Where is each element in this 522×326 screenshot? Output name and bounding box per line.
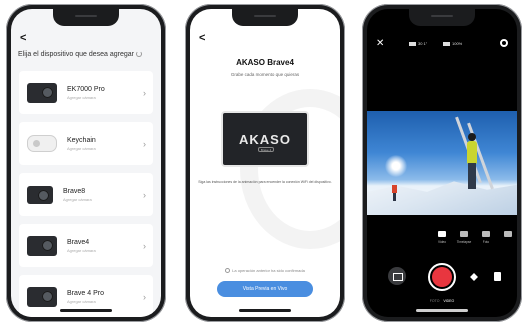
- phone-notch: [53, 9, 119, 26]
- back-button[interactable]: <: [199, 32, 205, 44]
- video-icon: [438, 231, 446, 237]
- phone-live-view: ✕ 30 1" 100% Video Timelapse Foto FOTO V…: [362, 4, 522, 322]
- mode-more[interactable]: [499, 231, 517, 240]
- live-view-screen: ✕ 30 1" 100% Video Timelapse Foto FOTO V…: [367, 9, 517, 317]
- mountains: [367, 181, 517, 215]
- device-subtitle: Agregar cámara: [63, 196, 92, 202]
- gallery-icon[interactable]: [388, 267, 406, 285]
- back-button[interactable]: <: [20, 32, 26, 44]
- chevron-right-icon: ›: [143, 291, 146, 302]
- more-mode-icon: [504, 231, 512, 237]
- instructions-text: Siga las instrucciones de la animación p…: [198, 180, 332, 184]
- home-indicator: [239, 309, 291, 312]
- chevron-right-icon: ›: [143, 240, 146, 251]
- record-button[interactable]: [428, 263, 456, 291]
- photo-mode-label[interactable]: FOTO: [430, 299, 440, 303]
- confirm-checkbox-label: La operación anterior ha sido confirmada: [232, 268, 305, 273]
- device-card-brave4[interactable]: Brave4 Agregar cámara ›: [19, 224, 153, 267]
- camera-status-bar: ✕ 30 1" 100%: [367, 39, 517, 51]
- lock-icon[interactable]: [494, 272, 501, 281]
- device-subtitle: Agregar cámara: [67, 94, 96, 100]
- camera-keychain-icon: [27, 135, 57, 152]
- chevron-right-icon: ›: [143, 87, 146, 98]
- device-name: Brave 4 Pro: [67, 289, 104, 297]
- camera-screen-illustration: AKASO Brave 4: [223, 113, 307, 165]
- device-name: Brave8: [63, 187, 86, 195]
- live-preview-button[interactable]: Vista Previa en Vivo: [217, 281, 313, 297]
- mode-timelapse[interactable]: Timelapse: [455, 231, 473, 244]
- phone-notch: [409, 9, 475, 26]
- device-subtitle: Agregar cámara: [67, 298, 96, 304]
- mode-label: Foto: [482, 240, 490, 244]
- phone-notch: [232, 9, 298, 26]
- camera-ek7000-icon: [27, 82, 57, 103]
- camera-brave4-pro-icon: [27, 286, 57, 307]
- confirm-checkbox[interactable]: La operación anterior ha sido confirmada: [190, 268, 340, 273]
- phone-connection-guide: < AKASO Brave4 Grabe cada momento que qu…: [185, 4, 345, 322]
- loading-spinner-icon: [135, 51, 142, 57]
- device-name: EK7000 Pro: [67, 85, 105, 93]
- video-mode-label[interactable]: VIDEO: [443, 299, 454, 303]
- device-list-screen: < Elija el dispositivo que desea agregar…: [11, 9, 161, 317]
- capture-mode-labels: FOTO VIDEO: [367, 299, 517, 303]
- device-list: EK7000 Pro Agregar cámara › Keychain Agreg…: [19, 71, 153, 317]
- page-title: AKASO Brave4: [236, 58, 294, 67]
- camera-icon: [482, 231, 490, 237]
- mode-selector: Video Timelapse Foto: [367, 231, 517, 253]
- mode-video[interactable]: Video: [433, 231, 451, 244]
- device-card-ek7000-pro[interactable]: EK7000 Pro Agregar cámara ›: [19, 71, 153, 114]
- camera-brave4-icon: [27, 235, 57, 256]
- akaso-logo: AKASO: [239, 132, 291, 147]
- home-indicator: [60, 309, 112, 312]
- capture-controls: [367, 263, 517, 291]
- device-card-brave8[interactable]: Brave8 Agregar cámara ›: [19, 173, 153, 216]
- mode-label: Video: [437, 240, 447, 244]
- checkbox-circle-icon[interactable]: [225, 268, 231, 273]
- battery-icon: [443, 42, 450, 46]
- camera-brave8-icon: [27, 185, 53, 204]
- home-indicator: [416, 309, 468, 312]
- chevron-right-icon: ›: [143, 138, 146, 149]
- device-subtitle: Agregar cámara: [67, 145, 96, 151]
- storage-status: 30 1": [409, 41, 427, 46]
- battery-status: 100%: [443, 41, 462, 46]
- layers-icon[interactable]: [470, 273, 478, 281]
- gear-icon[interactable]: [500, 39, 508, 47]
- live-preview-image: [367, 111, 517, 215]
- sun: [385, 155, 407, 177]
- device-name: Brave4: [67, 238, 90, 246]
- sd-card-icon: [409, 42, 416, 46]
- close-button[interactable]: ✕: [376, 39, 384, 49]
- timelapse-icon: [460, 231, 468, 237]
- skier-main: [463, 133, 481, 195]
- device-name: Keychain: [67, 136, 96, 144]
- battery-status-text: 100%: [452, 41, 463, 46]
- skier-background: [391, 181, 398, 201]
- camera-model-label: Brave 4: [258, 147, 274, 152]
- page-description: Grabe cada momento que quieras: [230, 72, 300, 77]
- device-subtitle: Agregar cámara: [67, 247, 96, 253]
- device-card-keychain[interactable]: Keychain Agregar cámara ›: [19, 122, 153, 165]
- mode-label: Timelapse: [456, 240, 472, 244]
- connection-guide-screen: < AKASO Brave4 Grabe cada momento que qu…: [190, 9, 340, 317]
- chevron-right-icon: ›: [143, 189, 146, 200]
- page-title-text: Elija el dispositivo que desea agregar: [18, 51, 134, 58]
- phone-device-list: < Elija el dispositivo que desea agregar…: [6, 4, 166, 322]
- storage-status-text: 30 1": [418, 41, 428, 46]
- page-title: Elija el dispositivo que desea agregar: [18, 51, 142, 58]
- mode-photo[interactable]: Foto: [477, 231, 495, 244]
